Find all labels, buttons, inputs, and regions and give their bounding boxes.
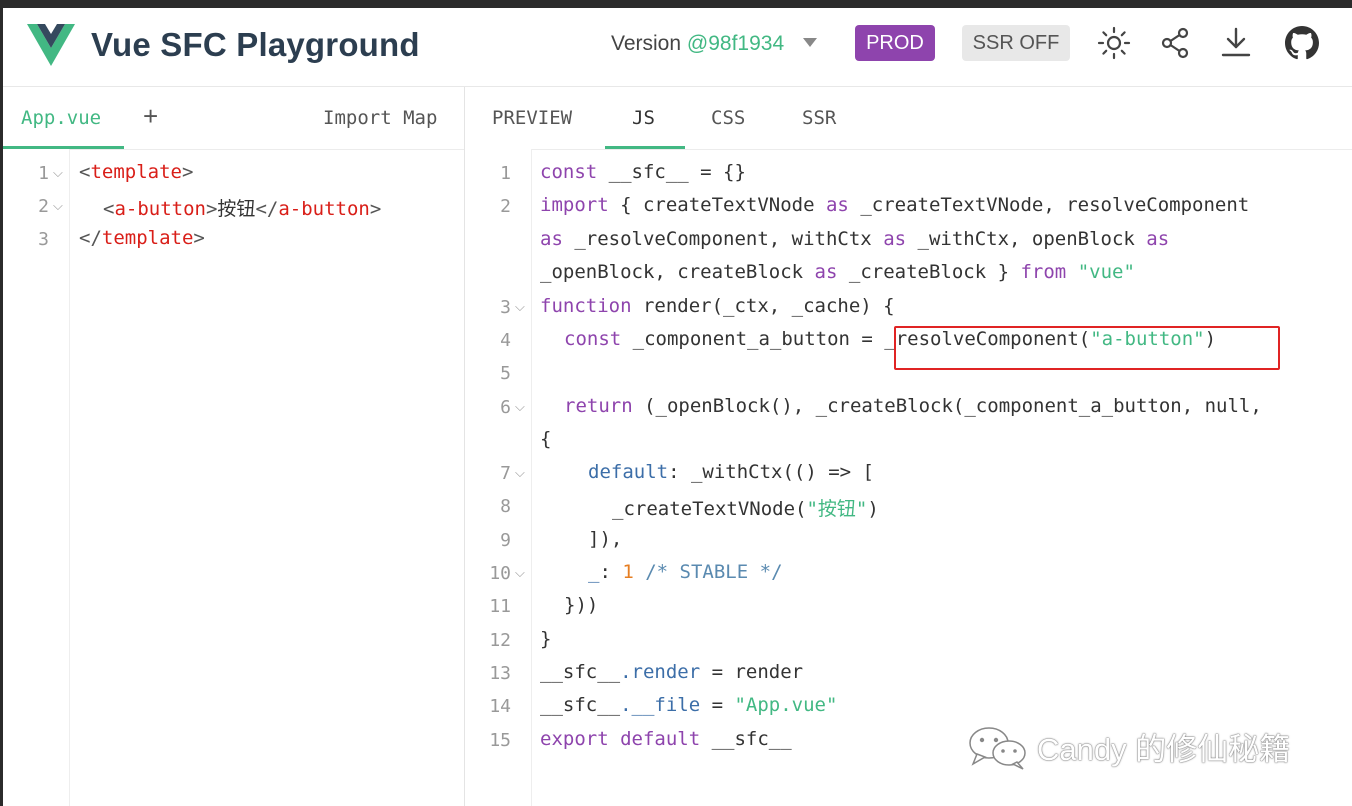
- fold-chevron-icon[interactable]: ⌵: [515, 565, 525, 581]
- tab-ssr[interactable]: SSR: [802, 107, 836, 129]
- watermark-text: Candy 的修仙秘籍: [1037, 732, 1291, 767]
- code-line: _: 1 /* STABLE */: [588, 561, 783, 583]
- line-number: 11: [489, 596, 511, 617]
- line-number: 3: [500, 297, 511, 318]
- code-line: import { createTextVNode as _createTextV…: [540, 194, 1250, 216]
- line-number: 2: [38, 196, 49, 217]
- fold-chevron-icon[interactable]: ⌵: [53, 198, 63, 214]
- add-file-button[interactable]: +: [143, 101, 158, 132]
- code-line: default: _withCtx(() => [: [588, 461, 874, 483]
- code-line: }: [540, 628, 552, 650]
- wechat-icon: [969, 727, 1026, 770]
- code-line: ]),: [588, 528, 623, 550]
- line-number: 1: [500, 163, 511, 184]
- code-line-wrap: _openBlock, createBlock as _createBlock …: [540, 261, 1135, 283]
- line-number: 4: [500, 330, 511, 351]
- top-bar: Vue SFC Playground Version @98f1934 PROD…: [3, 8, 1352, 87]
- tab-app-vue[interactable]: App.vue: [21, 107, 101, 129]
- code-line: const __sfc__ = {}: [540, 161, 746, 183]
- chevron-down-icon[interactable]: [803, 38, 817, 47]
- line-number: 13: [489, 663, 511, 684]
- ssr-toggle-button[interactable]: SSR OFF: [962, 25, 1070, 61]
- code-line: __sfc__.render = render: [540, 661, 804, 683]
- app-title: Vue SFC Playground: [91, 26, 420, 63]
- code-line: })): [564, 594, 599, 616]
- code-line: <a-button>按钮</a-button>: [103, 198, 382, 220]
- fold-chevron-icon[interactable]: ⌵: [515, 399, 525, 415]
- line-number: 9: [500, 530, 511, 551]
- prod-toggle-button[interactable]: PROD: [855, 25, 935, 61]
- code-line: function render(_ctx, _cache) {: [540, 295, 895, 317]
- compiled-js-output[interactable]: 1 2 3 ⌵ 4 5 6 ⌵ 7 ⌵ 8 9 10 ⌵ 11 12 13 14…: [465, 149, 1352, 806]
- source-editor[interactable]: 1 ⌵ 2 ⌵ 3 <template> <a-button>按钮</a-but…: [3, 149, 464, 806]
- output-tabs: PREVIEW JS CSS SSR: [465, 87, 1352, 150]
- line-number: 8: [500, 496, 511, 517]
- tab-preview[interactable]: PREVIEW: [492, 107, 572, 129]
- editor-tabs: App.vue + Import Map: [3, 87, 464, 150]
- output-pane: PREVIEW JS CSS SSR 1 2 3 ⌵ 4 5 6 ⌵ 7 ⌵ 8…: [465, 87, 1352, 806]
- code-line: _createTextVNode("按钮"): [612, 498, 879, 520]
- version-label: Version: [611, 32, 682, 55]
- line-number: 15: [489, 730, 511, 751]
- vue-logo-icon: [27, 24, 75, 66]
- code-line: __sfc__.__file = "App.vue": [540, 694, 838, 716]
- code-line: export default __sfc__: [540, 728, 792, 750]
- github-icon[interactable]: [1285, 26, 1319, 60]
- code-line: return (_openBlock(), _createBlock(_comp…: [564, 395, 1262, 417]
- share-icon[interactable]: [1158, 26, 1192, 60]
- playground-window: Vue SFC Playground Version @98f1934 PROD…: [3, 8, 1352, 806]
- import-map-tab[interactable]: Import Map: [323, 107, 437, 129]
- code-line: <template>: [79, 161, 194, 183]
- theme-sun-icon[interactable]: [1097, 26, 1131, 60]
- highlight-box: [894, 326, 1280, 370]
- line-number: 12: [489, 630, 511, 651]
- code-line: </template>: [79, 227, 205, 249]
- tab-js[interactable]: JS: [632, 107, 655, 129]
- line-number: 1: [38, 163, 49, 184]
- line-number: 5: [500, 363, 511, 384]
- download-icon[interactable]: [1219, 26, 1253, 60]
- line-number: 7: [500, 463, 511, 484]
- editor-pane: App.vue + Import Map 1 ⌵ 2 ⌵ 3 <template…: [3, 87, 465, 806]
- fold-chevron-icon[interactable]: ⌵: [515, 299, 525, 315]
- fold-chevron-icon[interactable]: ⌵: [515, 465, 525, 481]
- code-line-wrap: {: [540, 428, 552, 450]
- tab-css[interactable]: CSS: [711, 107, 745, 129]
- version-selector[interactable]: Version @98f1934: [611, 32, 784, 56]
- code-line-wrap: as _resolveComponent, withCtx as _withCt…: [540, 228, 1170, 250]
- line-number: 2: [500, 196, 511, 217]
- version-hash: @98f1934: [686, 32, 785, 55]
- line-number: 14: [489, 696, 511, 717]
- line-number: 10: [489, 563, 511, 584]
- fold-chevron-icon[interactable]: ⌵: [53, 165, 63, 181]
- line-number: 6: [500, 397, 511, 418]
- line-number: 3: [38, 229, 49, 250]
